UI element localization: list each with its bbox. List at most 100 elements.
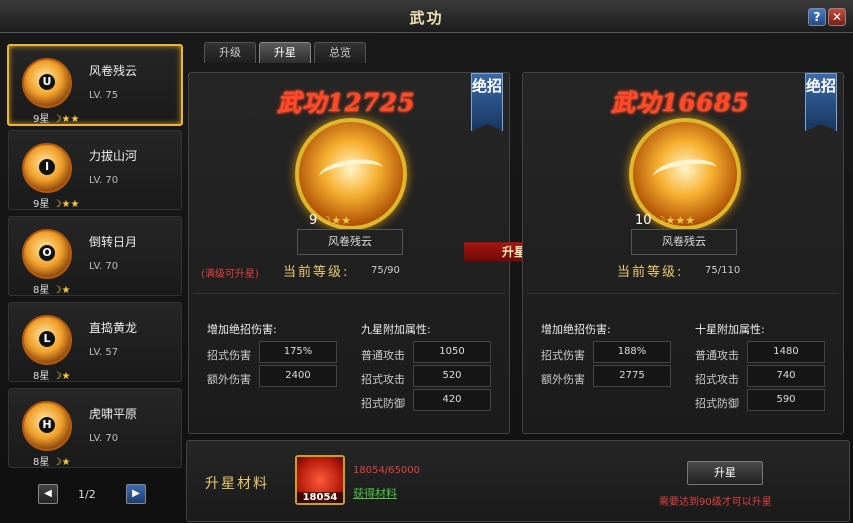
skill-item-liba[interactable]: I 力拔山河 LV. 70 9星 ☽★★: [8, 130, 182, 210]
skill-name-box: 风卷残云: [297, 229, 403, 255]
skill-level: LV. 70: [89, 433, 119, 444]
title-bar: 武功 ? ✕: [0, 0, 853, 33]
star-count: 8星: [33, 457, 50, 468]
hotkey-label: L: [39, 331, 55, 347]
next-page-button[interactable]: ▶: [126, 484, 146, 504]
skill-level: LV. 75: [89, 90, 119, 101]
star-icon: ☽★★: [52, 199, 80, 210]
current-level-label: 当前等级:: [617, 265, 684, 280]
stat-label: 额外伤害: [541, 373, 585, 386]
ultimate-badge: 绝招: [805, 73, 837, 131]
prev-page-button[interactable]: ◀: [38, 484, 58, 504]
skill-orb-icon: L: [22, 315, 72, 365]
power-value: 武功12725: [277, 88, 416, 117]
skill-name: 直捣黄龙: [89, 321, 138, 335]
skill-name-box: 风卷残云: [631, 229, 737, 255]
skill-name: 风卷残云: [89, 64, 138, 78]
star-icon: ☽★★★: [655, 214, 696, 227]
stat-value: 2775: [593, 365, 671, 387]
star-count: 8星: [33, 371, 50, 382]
divider: [193, 293, 505, 294]
skill-item-fengjuan[interactable]: U 风卷残云 LV. 75 9星 ☽★★: [7, 44, 183, 126]
tab-star-up[interactable]: 升星: [259, 42, 311, 63]
stat-value: 2400: [259, 365, 337, 387]
bonus-header: 九星附加属性:: [361, 323, 431, 336]
stat-label: 普通攻击: [361, 349, 405, 362]
window-title: 武功: [409, 9, 444, 27]
page-indicator: 1/2: [78, 488, 96, 501]
requirement-text: 需要达到90级才可以升星: [659, 497, 772, 508]
skill-stars: 8星 ☽★: [33, 367, 71, 382]
current-level-value: 75/90: [371, 265, 400, 276]
hotkey-label: H: [39, 417, 55, 433]
star-count: 8星: [33, 285, 50, 296]
skill-name: 力拔山河: [89, 149, 138, 163]
list-pager: ◀ 1/2 ▶: [4, 480, 182, 510]
star-level-number: 10: [635, 213, 652, 228]
material-label: 升星材料: [205, 476, 269, 492]
swirl-icon: [651, 155, 719, 190]
stat-value: 1480: [747, 341, 825, 363]
stat-value: 175%: [259, 341, 337, 363]
stat-label: 额外伤害: [207, 373, 251, 386]
close-button[interactable]: ✕: [828, 8, 846, 26]
star-icon: ☽★★: [52, 114, 80, 125]
skill-orb-icon: U: [22, 58, 72, 108]
skill-level: LV. 57: [89, 347, 119, 358]
damage-header: 增加绝招伤害:: [207, 323, 277, 336]
skill-orb-icon: O: [22, 229, 72, 279]
hotkey-label: O: [39, 245, 55, 261]
skill-item-zhidao[interactable]: L 直捣黄龙 LV. 57 8星 ☽★: [8, 302, 182, 382]
damage-header: 增加绝招伤害:: [541, 323, 611, 336]
star-up-button[interactable]: 升星: [687, 461, 763, 485]
skill-item-huxiao[interactable]: H 虎啸平原 LV. 70 8星 ☽★: [8, 388, 182, 468]
star-icon: ☽★: [52, 371, 71, 382]
tab-upgrade[interactable]: 升级: [204, 42, 256, 63]
stat-label: 招式防御: [361, 397, 405, 410]
stat-label: 招式攻击: [695, 373, 739, 386]
divider: [527, 293, 839, 294]
power-value: 武功16685: [611, 88, 750, 117]
star-icon: ☽★★: [321, 214, 352, 227]
skill-item-daozhuan[interactable]: O 倒转日月 LV. 70 8星 ☽★: [8, 216, 182, 296]
stat-value: 188%: [593, 341, 671, 363]
current-level-value: 75/110: [705, 265, 741, 276]
skill-stars: 9星 ☽★★: [33, 110, 79, 125]
star-icon: ☽★: [52, 457, 71, 468]
stat-label: 招式防御: [695, 397, 739, 410]
ultimate-badge: 绝招: [471, 73, 503, 131]
skill-level: LV. 70: [89, 261, 119, 272]
skill-name: 虎啸平原: [89, 407, 138, 421]
stat-label: 招式伤害: [207, 349, 251, 362]
stat-value: 1050: [413, 341, 491, 363]
star-level: 9 ☽★★: [309, 213, 351, 228]
star-icon: ☽★: [52, 285, 71, 296]
material-count-badge: 18054: [297, 492, 343, 503]
stat-label: 招式攻击: [361, 373, 405, 386]
stat-label: 普通攻击: [695, 349, 739, 362]
star-level: 10 ☽★★★: [635, 213, 695, 228]
stat-label: 招式伤害: [541, 349, 585, 362]
skill-stars: 8星 ☽★: [33, 453, 71, 468]
get-material-link[interactable]: 获得材料: [353, 485, 397, 501]
help-button[interactable]: ?: [808, 8, 826, 26]
skill-name: 倒转日月: [89, 235, 138, 249]
stat-value: 520: [413, 365, 491, 387]
skill-orb-icon: H: [22, 401, 72, 451]
bonus-header: 十星附加属性:: [695, 323, 765, 336]
max-level-hint: (满级可升星): [201, 269, 259, 280]
skill-list: U 风卷残云 LV. 75 9星 ☽★★ I 力拔山河 LV. 70 9星 ☽★…: [4, 40, 183, 504]
material-count: 18054/65000: [353, 465, 420, 476]
stat-value: 740: [747, 365, 825, 387]
tab-overview[interactable]: 总览: [314, 42, 366, 63]
skill-stars: 8星 ☽★: [33, 281, 71, 296]
current-star-panel: 武功12725 绝招 9 ☽★★ 风卷残云 (满级可升星) 当前等级: 75/9…: [188, 72, 510, 434]
swirl-icon: [317, 155, 385, 190]
hotkey-label: I: [39, 159, 55, 175]
current-level-label: 当前等级:: [283, 265, 350, 280]
skill-level: LV. 70: [89, 175, 119, 186]
material-bar: 升星材料 18054 18054/65000 获得材料 升星 需要达到90级才可…: [186, 440, 850, 522]
stat-value: 420: [413, 389, 491, 411]
stat-value: 590: [747, 389, 825, 411]
material-item-icon[interactable]: 18054: [295, 455, 345, 505]
